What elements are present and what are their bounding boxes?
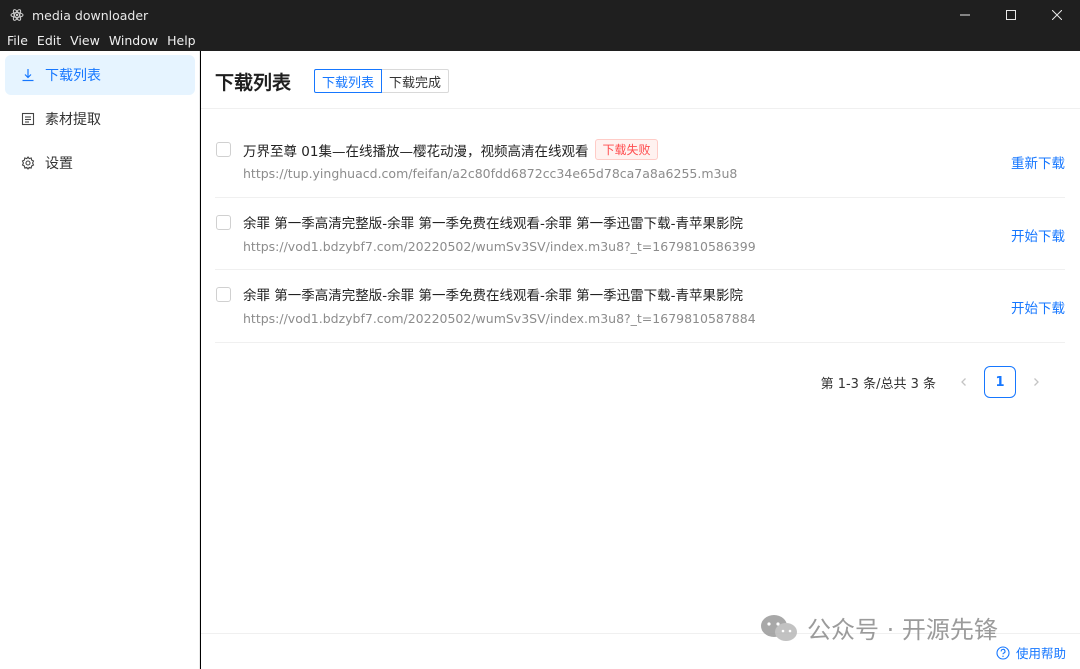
row-url: https://vod1.bdzybf7.com/20220502/wumSv3…	[243, 238, 756, 254]
next-page-button[interactable]	[1020, 366, 1052, 398]
pagination-total: 第 1-3 条/总共 3 条	[820, 376, 936, 392]
title-bar: media downloader	[0, 0, 1080, 30]
maximize-icon	[1006, 10, 1016, 20]
sidebar-item-label: 素材提取	[45, 112, 101, 128]
chevron-right-icon	[1034, 378, 1039, 386]
gear-icon	[21, 156, 35, 170]
window-title: media downloader	[32, 7, 149, 23]
tab-download-complete[interactable]: 下载完成	[382, 69, 450, 93]
row-checkbox[interactable]	[216, 142, 231, 157]
row-title-text: 万界至尊 01集—在线播放—樱花动漫，视频高清在线观看	[243, 143, 589, 160]
page-number-button[interactable]: 1	[984, 366, 1016, 398]
row-checkbox[interactable]	[216, 287, 231, 302]
sidebar-item-settings[interactable]: 设置	[5, 143, 195, 183]
row-title-text: 余罪 第一季高清完整版-余罪 第一季免费在线观看-余罪 第一季迅雷下载-青苹果影…	[243, 288, 743, 304]
row-checkbox[interactable]	[216, 214, 231, 230]
menu-file[interactable]: File	[7, 33, 28, 48]
question-circle-icon	[996, 645, 1010, 660]
window-controls	[942, 0, 1080, 30]
row-url: https://tup.yinghuacd.com/feifan/a2c80fd…	[243, 166, 738, 181]
sidebar-item-download-list[interactable]: 下载列表	[5, 55, 195, 95]
start-download-button[interactable]: 开始下载	[1011, 225, 1065, 245]
close-button[interactable]	[1034, 0, 1080, 30]
menu-view[interactable]: View	[70, 33, 100, 48]
menu-edit[interactable]: Edit	[37, 33, 61, 48]
minimize-button[interactable]	[942, 0, 988, 30]
page-header: 下载列表 下载列表 下载完成	[201, 51, 1080, 109]
row-url: https://vod1.bdzybf7.com/20220502/wumSv3…	[243, 311, 756, 326]
pagination: 第 1-3 条/总共 3 条 1	[821, 366, 1052, 398]
row-title-text: 余罪 第一季高清完整版-余罪 第一季免费在线观看-余罪 第一季迅雷下载-青苹果影…	[243, 215, 743, 232]
sidebar-item-label: 设置	[45, 156, 73, 172]
help-link[interactable]: 使用帮助	[996, 643, 1066, 662]
prev-page-button[interactable]	[948, 366, 980, 398]
main-content: 下载列表 下载列表 下载完成 万界至尊 01集—在线播放—樱花动漫，视频高清在线…	[201, 51, 1080, 669]
list-item: 万界至尊 01集—在线播放—樱花动漫，视频高清在线观看 下载失败 https:/…	[215, 125, 1065, 198]
chevron-left-icon	[961, 378, 966, 386]
menu-help[interactable]: Help	[167, 33, 196, 48]
start-download-button[interactable]: 开始下载	[1011, 297, 1065, 317]
help-label: 使用帮助	[1015, 646, 1066, 661]
electron-icon	[10, 8, 24, 22]
status-badge: 下载失败	[595, 139, 658, 160]
row-title: 万界至尊 01集—在线播放—樱花动漫，视频高清在线观看 下载失败	[243, 139, 658, 160]
list-item: 余罪 第一季高清完整版-余罪 第一季免费在线观看-余罪 第一季迅雷下载-青苹果影…	[215, 270, 1065, 343]
download-icon	[21, 68, 35, 82]
watermark-text: 公众号 · 开源先锋	[807, 616, 998, 644]
menu-bar: File Edit View Window Help	[0, 30, 1080, 51]
menu-window[interactable]: Window	[109, 33, 158, 48]
document-icon	[21, 112, 35, 126]
watermark: 公众号 · 开源先锋	[759, 610, 998, 645]
page-title: 下载列表	[215, 72, 292, 94]
sidebar-item-label: 下载列表	[45, 68, 101, 84]
minimize-icon	[960, 14, 970, 16]
row-title: 余罪 第一季高清完整版-余罪 第一季免费在线观看-余罪 第一季迅雷下载-青苹果影…	[243, 212, 743, 232]
tab-download-list[interactable]: 下载列表	[314, 69, 383, 93]
sidebar-item-material-extract[interactable]: 素材提取	[5, 99, 195, 139]
redownload-button[interactable]: 重新下载	[1011, 152, 1065, 172]
list-item: 余罪 第一季高清完整版-余罪 第一季免费在线观看-余罪 第一季迅雷下载-青苹果影…	[215, 198, 1065, 270]
footer: 公众号 · 开源先锋 使用帮助	[201, 614, 1080, 669]
sidebar: 下载列表 素材提取 设置	[0, 51, 200, 669]
tab-group: 下载列表 下载完成	[314, 69, 450, 93]
row-title: 余罪 第一季高清完整版-余罪 第一季免费在线观看-余罪 第一季迅雷下载-青苹果影…	[243, 284, 743, 304]
maximize-button[interactable]	[988, 0, 1034, 30]
download-list: 万界至尊 01集—在线播放—樱花动漫，视频高清在线观看 下载失败 https:/…	[215, 125, 1065, 343]
close-icon	[1052, 10, 1062, 20]
wechat-icon	[761, 614, 797, 641]
